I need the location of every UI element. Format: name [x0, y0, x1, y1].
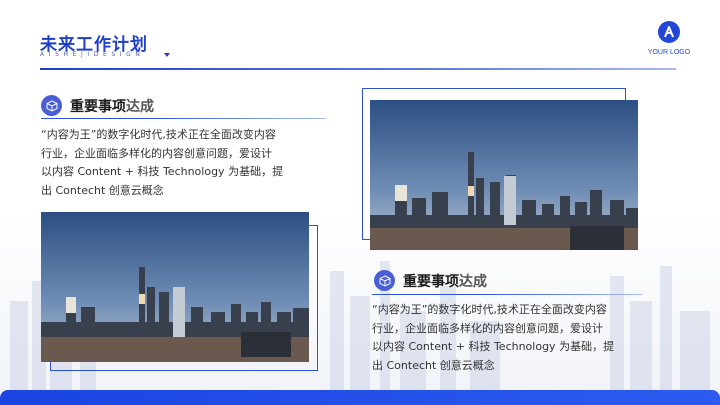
city-skyline-photo — [41, 212, 309, 362]
logo-mark-icon — [658, 21, 680, 43]
item-title: 重要事项达成 — [403, 271, 487, 291]
description-line: “内容为王”的数字化时代,技术正在全面改变内容 — [372, 303, 607, 316]
item-heading: 重要事项达成 — [374, 270, 487, 291]
description-line: 行业，企业面临多样化的内容创意问题，爱设计 — [41, 146, 272, 160]
item-title-main: 重要事项 — [70, 98, 126, 115]
item-description: “内容为王”的数字化时代,技术正在全面改变内容 行业，企业面临多样化的内容创意问… — [41, 126, 331, 200]
description-line: 以内容 Content + 科技 Technology 为基础，提 — [41, 165, 284, 178]
cube-icon — [374, 270, 395, 291]
item-title-accent: 达成 — [126, 98, 154, 115]
city-skyline-photo — [370, 100, 638, 250]
item-title-accent: 达成 — [459, 273, 487, 290]
item-underline — [372, 294, 642, 295]
item-title: 重要事项达成 — [70, 96, 154, 116]
description-line: 出 Contecht 创意云概念 — [372, 358, 495, 372]
logo-text: YOUR LOGO — [647, 49, 691, 56]
item-description: “内容为王”的数字化时代,技术正在全面改变内容 行业，企业面临多样化的内容创意问… — [372, 301, 672, 375]
item-title-main: 重要事项 — [403, 273, 459, 290]
description-line: “内容为王”的数字化时代,技术正在全面改变内容 — [41, 128, 276, 141]
logo: YOUR LOGO — [645, 21, 693, 56]
description-line: 以内容 Content + 科技 Technology 为基础，提 — [372, 340, 615, 353]
page-subtitle: AISHEJIDESIGN — [40, 51, 145, 58]
description-line: 出 Contecht 创意云概念 — [41, 183, 164, 197]
cube-icon — [41, 95, 62, 116]
item-heading: 重要事项达成 — [41, 95, 154, 116]
item-underline — [41, 118, 326, 119]
footer-bar — [0, 390, 720, 405]
header-divider — [40, 68, 676, 70]
triangle-down-icon — [164, 53, 170, 57]
description-line: 行业，企业面临多样化的内容创意问题，爱设计 — [372, 321, 603, 335]
